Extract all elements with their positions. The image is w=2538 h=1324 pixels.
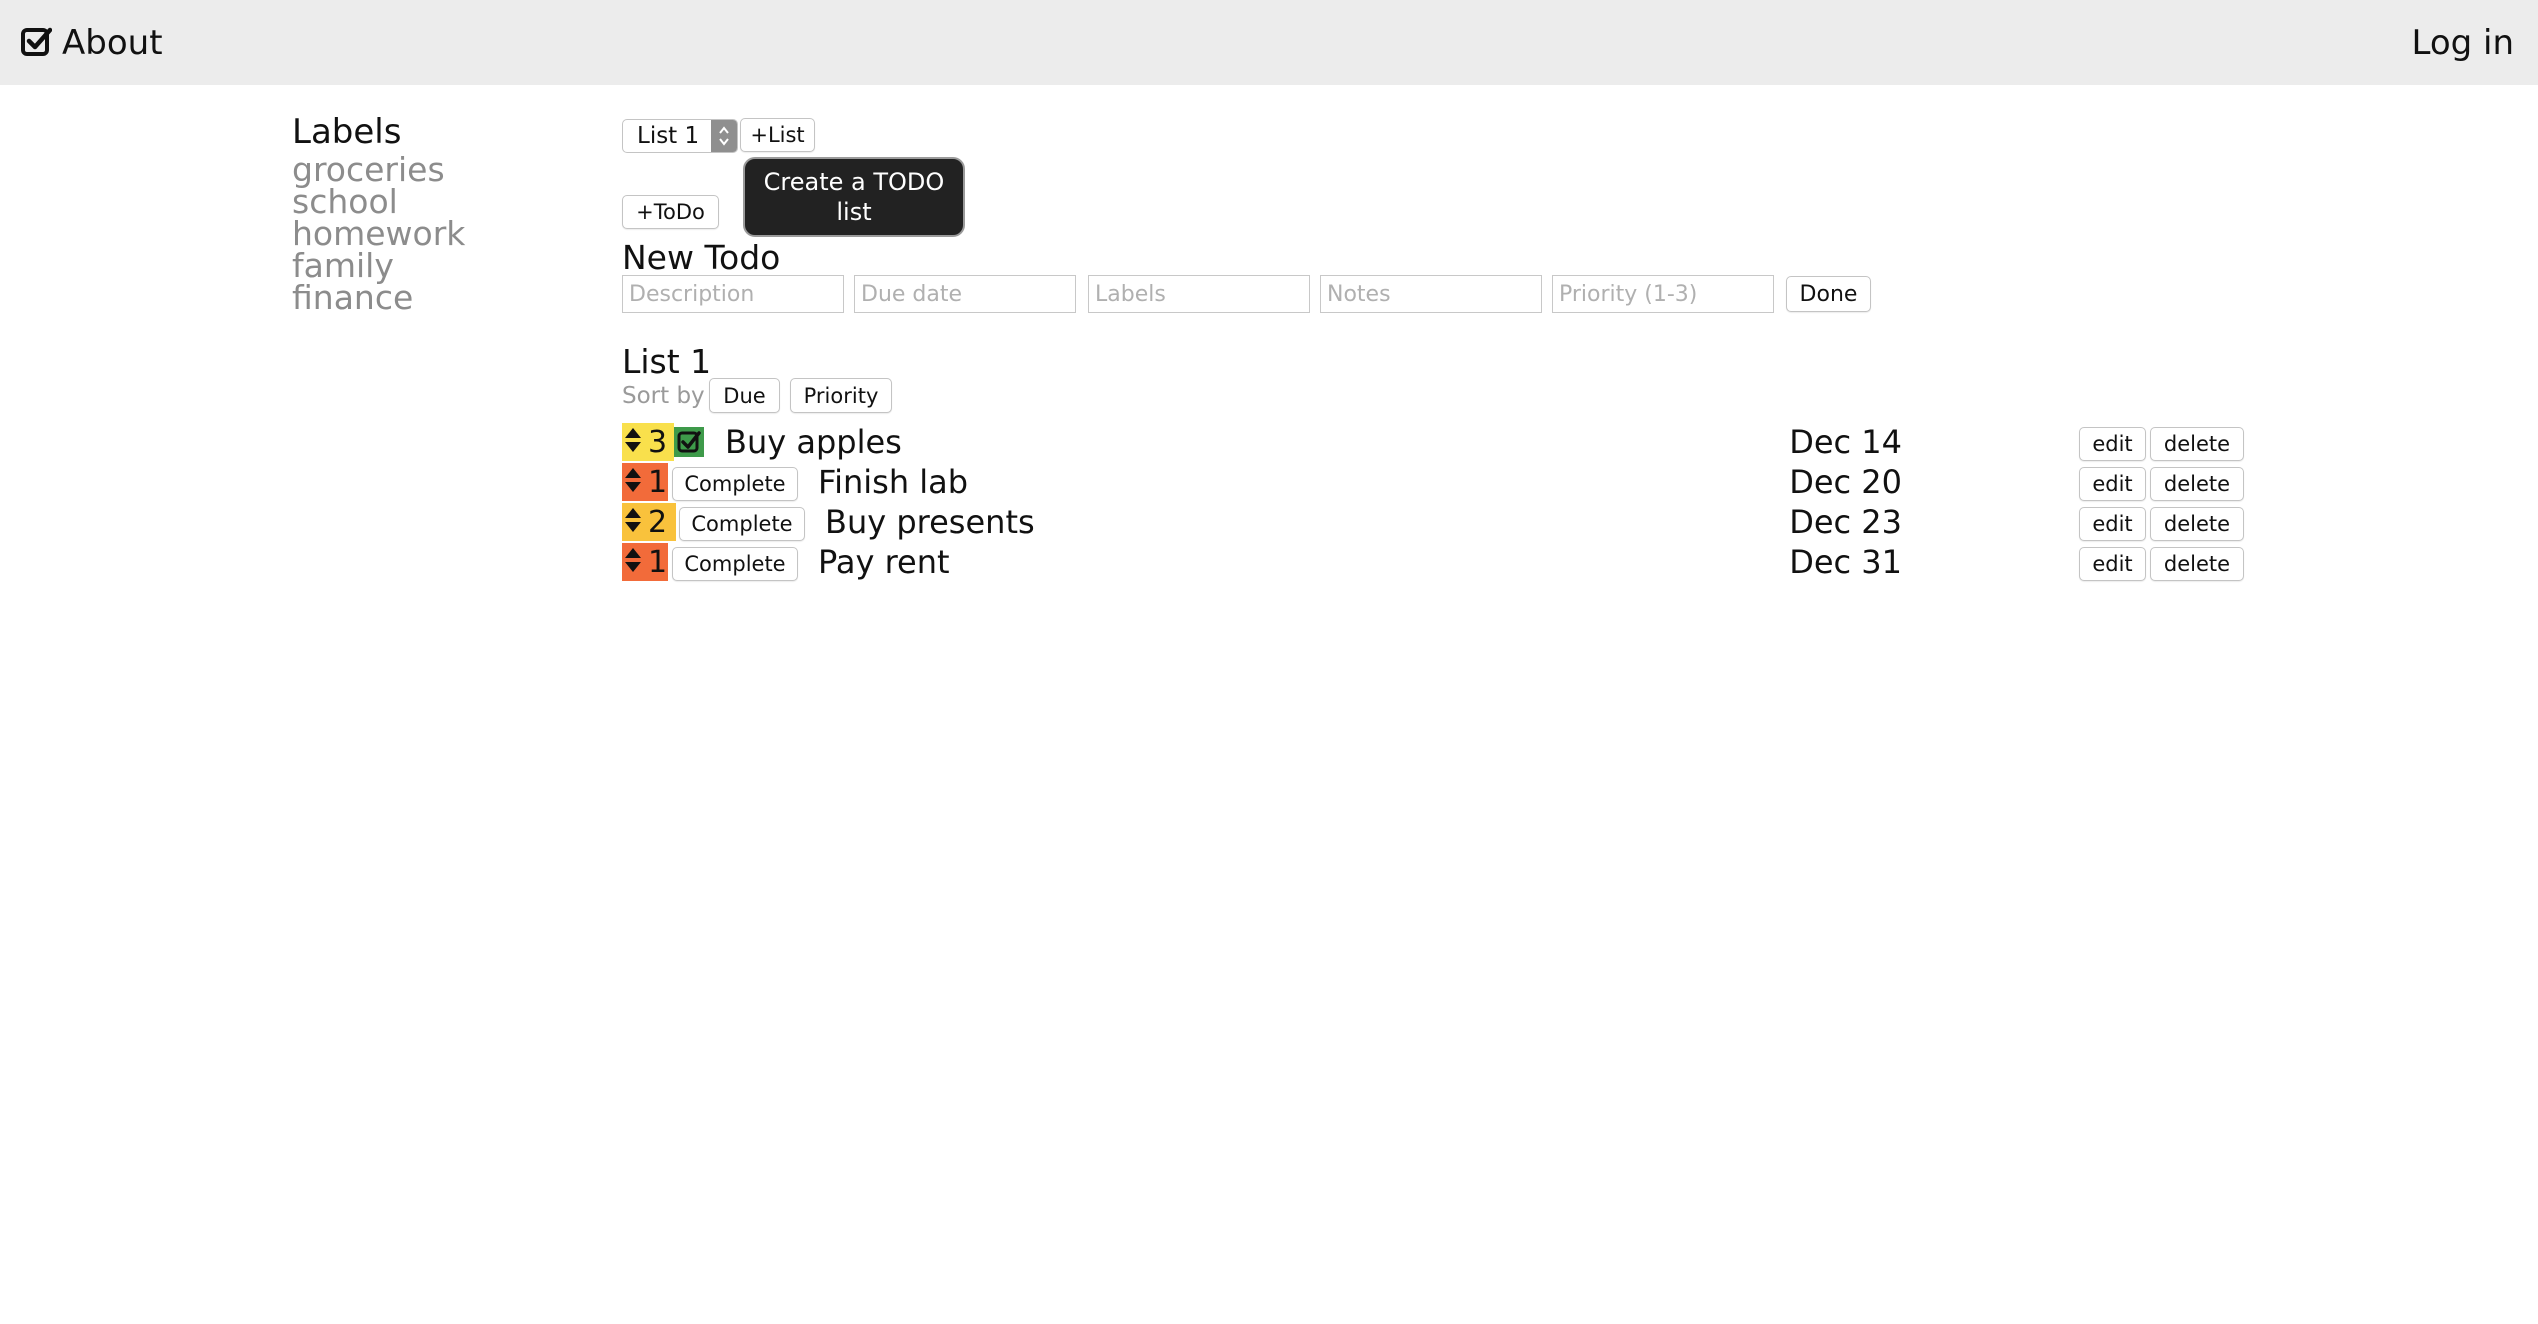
label-finance[interactable]: finance [292, 281, 465, 314]
todo-due-date: Dec 31 [1789, 543, 1902, 581]
todo-description: Buy apples [725, 423, 902, 461]
select-arrows-icon [711, 120, 737, 152]
priority-control[interactable]: 2 [622, 503, 676, 541]
sort-priority-button[interactable]: Priority [790, 378, 892, 413]
sort-due-button[interactable]: Due [709, 378, 780, 413]
edit-button[interactable]: edit [2079, 507, 2146, 541]
priority-control[interactable]: 3 [622, 423, 674, 461]
create-list-tooltip: Create a TODO list [743, 157, 965, 237]
complete-button[interactable]: Complete [679, 507, 805, 541]
todo-row: 1 Complete Finish lab Dec 20 edit delete [622, 463, 2244, 501]
new-todo-title: New Todo [622, 238, 781, 277]
list-title: List 1 [622, 342, 712, 381]
priority-control[interactable]: 1 [622, 463, 668, 501]
todo-row: 3 Buy apples Dec 14 edit delete [622, 423, 2244, 461]
add-todo-button[interactable]: +ToDo [622, 195, 719, 229]
notes-input[interactable] [1320, 275, 1542, 313]
todo-description: Pay rent [818, 543, 950, 581]
due-date-input[interactable] [854, 275, 1076, 313]
sort-arrows-icon [624, 467, 642, 497]
list-select-value: List 1 [637, 123, 700, 149]
todo-row: 1 Complete Pay rent Dec 31 edit delete [622, 543, 2244, 581]
priority-value: 1 [648, 544, 668, 580]
sort-arrows-icon [624, 427, 642, 457]
labels-input[interactable] [1088, 275, 1310, 313]
priority-value: 3 [648, 424, 668, 460]
todo-row: 2 Complete Buy presents Dec 23 edit dele… [622, 503, 2244, 541]
sort-arrows-icon [624, 507, 642, 537]
edit-button[interactable]: edit [2079, 467, 2146, 501]
checkbox-checked-icon [20, 25, 53, 61]
todo-due-date: Dec 20 [1789, 463, 1902, 501]
list-select[interactable]: List 1 [622, 119, 738, 153]
sort-arrows-icon [624, 547, 642, 577]
todo-description: Buy presents [825, 503, 1035, 541]
about-link[interactable]: About [20, 0, 163, 85]
delete-button[interactable]: delete [2150, 547, 2244, 581]
add-list-button[interactable]: +List [740, 118, 815, 152]
complete-button[interactable]: Complete [672, 467, 798, 501]
delete-button[interactable]: delete [2150, 507, 2244, 541]
todo-due-date: Dec 23 [1789, 503, 1902, 541]
top-nav-bar: About Log in [0, 0, 2538, 85]
done-button[interactable]: Done [1786, 276, 1871, 312]
priority-input[interactable] [1552, 275, 1774, 313]
priority-value: 1 [648, 464, 668, 500]
todo-description: Finish lab [818, 463, 969, 501]
priority-value: 2 [648, 504, 668, 540]
sort-by-label: Sort by [622, 383, 705, 409]
priority-control[interactable]: 1 [622, 543, 668, 581]
edit-button[interactable]: edit [2079, 427, 2146, 461]
labels-sidebar: Labels groceries school homework family … [292, 110, 465, 314]
description-input[interactable] [622, 275, 844, 313]
about-label: About [62, 22, 163, 63]
login-link[interactable]: Log in [2411, 0, 2514, 85]
delete-button[interactable]: delete [2150, 467, 2244, 501]
labels-title: Labels [292, 112, 402, 152]
delete-button[interactable]: delete [2150, 427, 2244, 461]
complete-button[interactable]: Complete [672, 547, 798, 581]
edit-button[interactable]: edit [2079, 547, 2146, 581]
completed-check-icon[interactable] [674, 427, 704, 457]
todo-due-date: Dec 14 [1789, 423, 1902, 461]
